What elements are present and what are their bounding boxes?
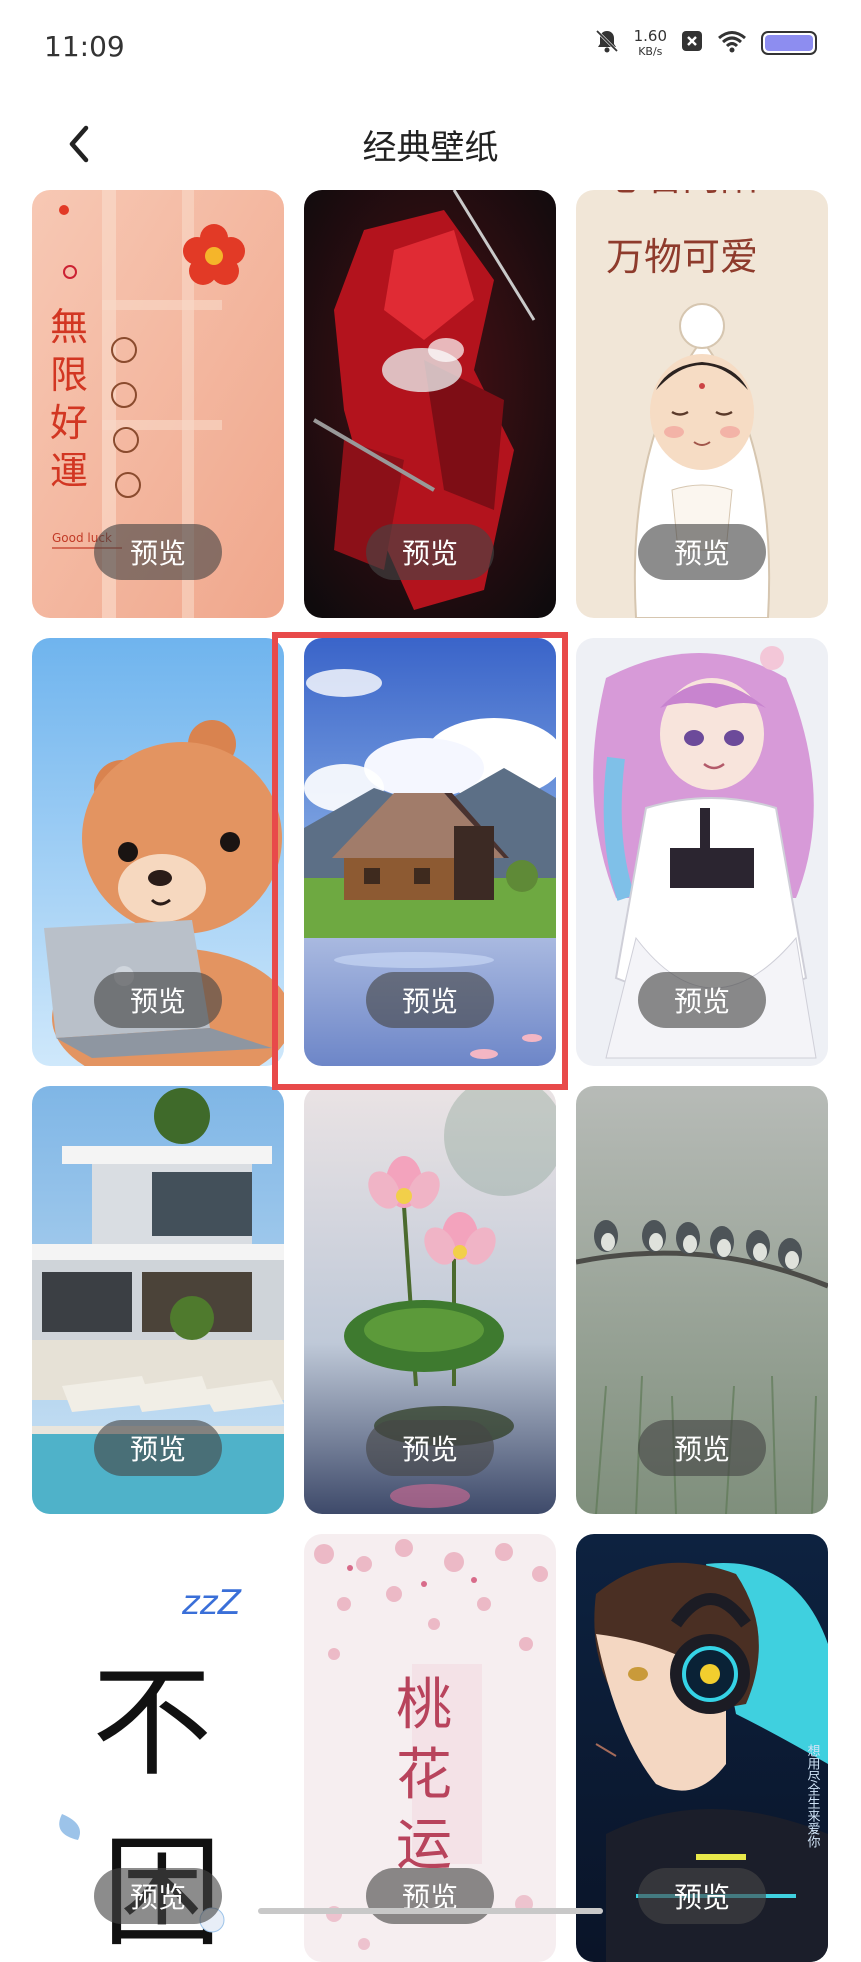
battery-icon bbox=[761, 31, 817, 55]
wallpaper-grid: 無 限 好 運 Good luck 预览 预览 万物可爱 预览 预览 预览 预览… bbox=[32, 190, 828, 1962]
wifi-icon bbox=[717, 29, 747, 57]
art-small-text: zzZ bbox=[181, 1583, 242, 1623]
preview-button[interactable]: 预览 bbox=[366, 972, 494, 1028]
art-text-char: 花 bbox=[396, 1743, 452, 1808]
art-text-char: 好 bbox=[50, 401, 88, 445]
status-icons: 1.60 KB/s bbox=[594, 28, 817, 58]
art-text-char: 不 bbox=[92, 1654, 212, 1793]
preview-button[interactable]: 预览 bbox=[366, 1420, 494, 1476]
wallpaper-card-lucky-flower[interactable]: 無 限 好 運 Good luck 预览 bbox=[32, 190, 284, 618]
art-text-char: 無 bbox=[50, 305, 88, 349]
art-text-line: 心若向阳 bbox=[606, 190, 758, 199]
preview-button[interactable]: 预览 bbox=[638, 972, 766, 1028]
network-speed: 1.60 KB/s bbox=[633, 27, 667, 58]
art-text-char: 限 bbox=[50, 353, 88, 397]
preview-button[interactable]: 预览 bbox=[94, 524, 222, 580]
page-title: 经典壁纸 bbox=[362, 128, 499, 168]
wallpaper-card-bear-laptop[interactable]: 预览 bbox=[32, 638, 284, 1066]
mute-bell-icon bbox=[594, 28, 620, 58]
wallpaper-card-lotus[interactable]: 预览 bbox=[304, 1086, 556, 1514]
preview-button[interactable]: 预览 bbox=[94, 1420, 222, 1476]
art-text-line: 万物可爱 bbox=[606, 235, 758, 279]
home-indicator[interactable] bbox=[258, 1908, 603, 1914]
preview-button[interactable]: 预览 bbox=[638, 1868, 766, 1924]
wallpaper-card-headphone-boy[interactable]: 想用尽全生来爱你 预览 bbox=[576, 1534, 828, 1962]
preview-button[interactable]: 预览 bbox=[366, 524, 494, 580]
status-time: 11:09 bbox=[44, 30, 125, 63]
wallpaper-card-birds-on-branch[interactable]: 预览 bbox=[576, 1086, 828, 1514]
art-text-char: 運 bbox=[50, 449, 88, 493]
wallpaper-card-red-mecha[interactable]: 预览 bbox=[304, 190, 556, 618]
wallpaper-card-lake-house[interactable]: 预览 bbox=[304, 638, 556, 1066]
wallpaper-card-anime-girl-lolita[interactable]: 预览 bbox=[576, 638, 828, 1066]
art-text-char: 桃 bbox=[396, 1673, 452, 1738]
status-bar: 11:09 1.60 KB/s bbox=[0, 0, 861, 100]
wallpaper-card-sleepy-text[interactable]: zzZ 不 困 预览 bbox=[32, 1534, 284, 1962]
preview-button[interactable]: 预览 bbox=[638, 524, 766, 580]
art-side-text: 想用尽全生来爱你 bbox=[805, 1743, 821, 1848]
wallpaper-card-peach-blossom[interactable]: 桃 花 运 预览 bbox=[304, 1534, 556, 1962]
network-speed-unit: KB/s bbox=[638, 45, 663, 58]
network-speed-value: 1.60 bbox=[633, 27, 667, 45]
notification-x-icon bbox=[681, 30, 703, 56]
preview-button[interactable]: 预览 bbox=[638, 1420, 766, 1476]
wallpaper-card-buddha[interactable]: 心若向阳 万物可爱 预览 bbox=[576, 190, 828, 618]
wallpaper-card-modern-villa-pool[interactable]: 预览 bbox=[32, 1086, 284, 1514]
header: 经典壁纸 bbox=[0, 100, 861, 200]
preview-button[interactable]: 预览 bbox=[366, 1868, 494, 1924]
preview-button[interactable]: 预览 bbox=[94, 1868, 222, 1924]
preview-button[interactable]: 预览 bbox=[94, 972, 222, 1028]
